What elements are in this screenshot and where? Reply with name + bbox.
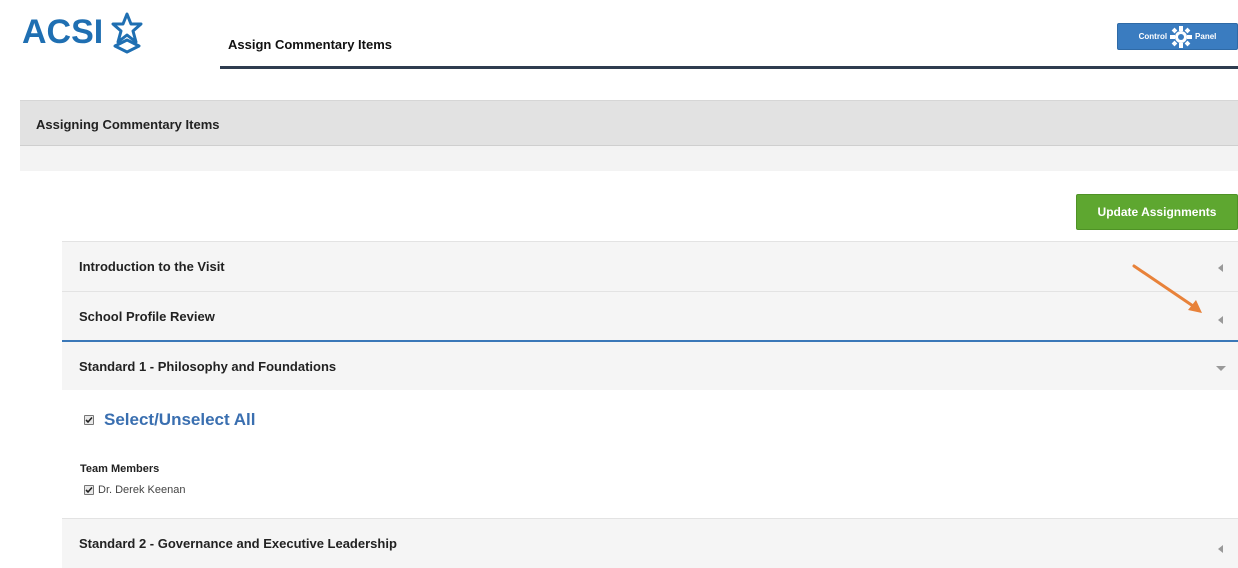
accordion-label: Introduction to the Visit — [79, 259, 225, 274]
accordion-item-standard-1[interactable]: Standard 1 - Philosophy and Foundations — [62, 340, 1238, 390]
checkmark-icon — [85, 416, 93, 424]
accordion-item-school-profile[interactable]: School Profile Review — [62, 291, 1238, 341]
update-assignments-button[interactable]: Update Assignments — [1076, 194, 1238, 230]
accordion-label: Standard 2 - Governance and Executive Le… — [79, 536, 397, 551]
caret-down-icon — [1216, 366, 1226, 371]
header-divider — [220, 66, 1238, 69]
checkmark-icon — [85, 486, 93, 494]
caret-left-icon — [1218, 545, 1223, 553]
caret-left-icon — [1218, 316, 1223, 324]
acsi-logo[interactable]: ACSI — [22, 8, 149, 56]
panel-heading: Assigning Commentary Items — [20, 100, 1238, 146]
select-all-checkbox[interactable] — [84, 415, 94, 425]
accordion-label: Standard 1 - Philosophy and Foundations — [79, 359, 337, 374]
control-panel-button[interactable]: Control Panel — [1117, 23, 1238, 50]
annotation-arrow-icon — [1132, 264, 1202, 313]
member-checkbox[interactable] — [84, 485, 94, 495]
accordion-item-introduction[interactable]: Introduction to the Visit — [62, 241, 1238, 291]
panel-body — [20, 146, 1238, 171]
control-panel-label-right: Panel — [1195, 32, 1217, 41]
team-members-heading: Team Members — [80, 463, 160, 475]
gear-icon — [1170, 25, 1193, 48]
team-member-item[interactable]: Dr. Derek Keenan — [84, 484, 185, 496]
select-all-label[interactable]: Select/Unselect All — [104, 410, 256, 430]
caret-left-icon — [1218, 264, 1223, 272]
select-all-toggle[interactable]: Select/Unselect All — [84, 410, 256, 430]
logo-text: ACSI — [22, 13, 104, 51]
logo-emblem-icon — [111, 12, 143, 54]
panel-heading-text: Assigning Commentary Items — [36, 117, 220, 132]
page-title: Assign Commentary Items — [228, 37, 392, 52]
control-panel-label-left: Control — [1138, 32, 1168, 41]
accordion-item-standard-2[interactable]: Standard 2 - Governance and Executive Le… — [62, 518, 1238, 568]
accordion-label: School Profile Review — [79, 309, 215, 324]
member-name: Dr. Derek Keenan — [98, 484, 186, 496]
